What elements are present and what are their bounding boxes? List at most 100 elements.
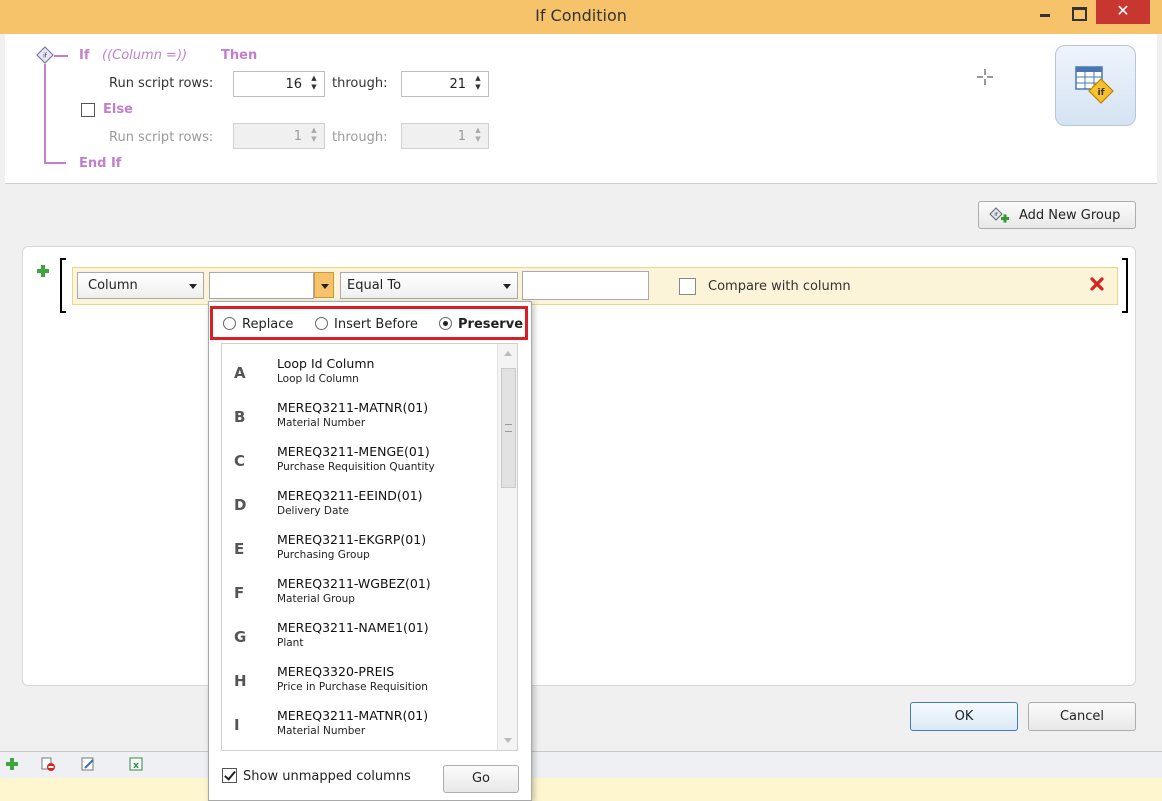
show-unmapped-checkbox[interactable]: Show unmapped columns	[222, 768, 411, 784]
column-list-scrollbar[interactable]	[497, 344, 517, 750]
go-button[interactable]: Go	[443, 765, 519, 793]
field-type-value: Column	[88, 278, 138, 293]
column-name: MEREQ3211-MATNR(01)	[277, 400, 429, 415]
svg-text:if: if	[994, 212, 997, 218]
edit-row-icon[interactable]	[80, 756, 96, 772]
excel-icon[interactable]: x	[128, 756, 144, 772]
list-item[interactable]: I MEREQ3211-MATNR(01) Material Number	[222, 702, 497, 746]
minimize-button[interactable]	[1030, 2, 1060, 26]
replace-label: Replace	[242, 317, 294, 332]
if-condition-icon-button[interactable]: if	[1055, 45, 1136, 126]
show-unmapped-label: Show unmapped columns	[243, 769, 411, 784]
add-group-icon: if	[989, 207, 1009, 223]
chevron-down-icon	[189, 284, 197, 289]
list-item[interactable]: A Loop Id Column Loop Id Column	[222, 350, 497, 394]
add-row-icon[interactable]	[4, 756, 20, 772]
then-from-row-spinner[interactable]: 16 ▲ ▼	[233, 71, 325, 97]
crosshair-cursor-icon	[977, 69, 993, 85]
compare-value-input[interactable]	[522, 271, 649, 300]
else-run-rows-label: Run script rows:	[109, 130, 214, 145]
column-description: Plant	[277, 637, 304, 649]
preserve-label: Preserve	[458, 317, 524, 332]
svg-text:x: x	[133, 761, 139, 771]
insert-before-radio[interactable]: Insert Before	[315, 317, 418, 332]
else-checkbox[interactable]	[81, 103, 95, 117]
column-letter: A	[234, 364, 246, 382]
condition-group-panel	[22, 246, 1136, 686]
column-name: MEREQ3211-WGBEZ(01)	[277, 576, 431, 591]
tree-connector	[54, 55, 68, 57]
add-new-group-button[interactable]: if Add New Group	[978, 201, 1136, 229]
list-item[interactable]: G MEREQ3211-NAME1(01) Plant	[222, 614, 497, 658]
tree-connector	[44, 162, 66, 164]
scroll-up-icon[interactable]	[504, 351, 512, 356]
column-description: Material Group	[277, 593, 355, 605]
close-button[interactable]: ✕	[1096, 0, 1150, 24]
add-condition-icon[interactable]	[36, 264, 50, 278]
column-letter: F	[234, 584, 245, 602]
then-through-label: through:	[332, 76, 388, 91]
list-item[interactable]: C MEREQ3211-MENGE(01) Purchase Requisiti…	[222, 438, 497, 482]
column-letter: H	[234, 672, 247, 690]
scroll-down-icon[interactable]	[504, 738, 512, 743]
spinner-arrows-icon[interactable]: ▲ ▼	[309, 74, 319, 92]
radio-icon	[315, 317, 328, 330]
if-diamond-icon: if	[36, 46, 54, 64]
else-through-label: through:	[332, 130, 388, 145]
then-run-rows-label: Run script rows:	[109, 76, 214, 91]
else-to-value: 1	[457, 129, 466, 144]
column-description: Delivery Date	[277, 505, 350, 517]
close-icon: ✕	[1116, 1, 1130, 20]
column-name: MEREQ3211-EEIND(01)	[277, 488, 423, 503]
else-from-row-spinner: 1 ▲ ▼	[233, 123, 325, 149]
then-from-value: 16	[285, 77, 302, 92]
column-letter: G	[234, 628, 247, 646]
cancel-button[interactable]: Cancel	[1028, 702, 1136, 731]
column-name: Loop Id Column	[277, 356, 375, 371]
scroll-thumb[interactable]	[501, 368, 516, 488]
ok-button[interactable]: OK	[910, 702, 1018, 731]
list-item[interactable]: B MEREQ3211-MATNR(01) Material Number	[222, 394, 497, 438]
spinner-arrows-icon[interactable]: ▲ ▼	[473, 74, 483, 92]
title-bar: If Condition ✕	[0, 0, 1162, 34]
svg-text:if: if	[1097, 88, 1104, 98]
then-to-row-spinner[interactable]: 21 ▲ ▼	[401, 71, 489, 97]
tree-connector	[44, 64, 46, 164]
compare-with-column-checkbox[interactable]	[679, 278, 696, 295]
preserve-radio[interactable]: Preserve	[439, 317, 523, 332]
list-item[interactable]: F MEREQ3211-WGBEZ(01) Material Group	[222, 570, 497, 614]
column-letter: D	[234, 496, 247, 514]
column-description: Loop Id Column	[277, 373, 359, 385]
column-list[interactable]: A Loop Id Column Loop Id Column B MEREQ3…	[221, 343, 518, 751]
column-name: MEREQ3320-PREIS	[277, 664, 395, 679]
column-description: Material Number	[277, 417, 366, 429]
list-item[interactable]: H MEREQ3320-PREIS Price in Purchase Requ…	[222, 658, 497, 702]
column-dropdown-toggle-button[interactable]	[314, 272, 334, 298]
compare-with-column-label: Compare with column	[708, 279, 851, 294]
field-type-dropdown[interactable]: Column	[77, 272, 204, 299]
operator-dropdown[interactable]: Equal To	[340, 272, 518, 299]
list-item[interactable]: E MEREQ3211-EKGRP(01) Purchasing Group	[222, 526, 497, 570]
column-letter: C	[234, 452, 246, 470]
column-select-input[interactable]	[209, 272, 314, 299]
insert-mode-radio-group: Replace Insert Before Preserve	[210, 306, 528, 340]
spinner-arrows-icon: ▲ ▼	[475, 126, 481, 143]
column-name: MEREQ3211-NAME1(01)	[277, 620, 429, 635]
column-description: Purchasing Group	[277, 549, 370, 561]
list-item[interactable]: D MEREQ3211-EEIND(01) Delivery Date	[222, 482, 497, 526]
table-if-icon: if	[1075, 66, 1114, 104]
then-to-value: 21	[449, 77, 466, 92]
column-name: MEREQ3211-MATNR(01)	[277, 708, 429, 723]
radio-selected-icon	[439, 317, 452, 330]
delete-condition-icon[interactable]	[1090, 277, 1104, 291]
maximize-button[interactable]	[1064, 2, 1092, 26]
column-description: Material Number	[277, 725, 366, 737]
delete-row-icon[interactable]	[40, 756, 56, 772]
else-from-value: 1	[293, 129, 302, 144]
column-name: MEREQ3211-EKGRP(01)	[277, 532, 427, 547]
group-bracket-right	[1122, 258, 1128, 313]
end-if-keyword: End If	[79, 156, 122, 171]
background-grid-row	[0, 778, 1162, 801]
replace-radio[interactable]: Replace	[223, 317, 293, 332]
radio-icon	[223, 317, 236, 330]
